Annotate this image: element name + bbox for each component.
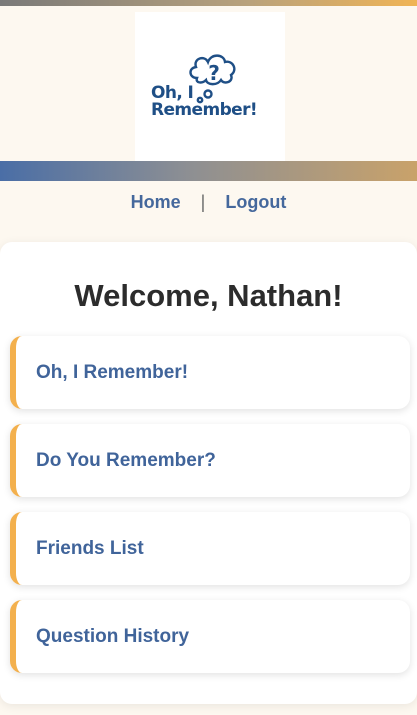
top-nav: Home | Logout xyxy=(0,181,417,223)
menu-item-label: Friends List xyxy=(36,537,144,559)
header: ? Oh, I Remember! xyxy=(0,6,417,161)
app-logo[interactable]: ? Oh, I Remember! xyxy=(135,12,285,161)
header-gradient-band xyxy=(0,161,417,181)
logo-line-2: Remember! xyxy=(151,100,258,120)
menu-item-label: Question History xyxy=(36,625,190,647)
menu-item-label: Oh, I Remember! xyxy=(36,361,189,383)
menu-item-question-history[interactable]: Question History xyxy=(10,600,410,673)
logo-wordmark: Oh, I Remember! xyxy=(151,85,281,119)
menu-item-friends-list[interactable]: Friends List xyxy=(10,512,410,585)
menu-item-label: Do You Remember? xyxy=(36,449,216,471)
svg-text:?: ? xyxy=(208,61,220,85)
page-title: Welcome, Nathan! xyxy=(74,278,343,313)
nav-logout-link[interactable]: Logout xyxy=(225,192,286,213)
menu-item-oh-i-remember[interactable]: Oh, I Remember! xyxy=(10,336,410,409)
main-card: Welcome, Nathan! Oh, I Remember! Do You … xyxy=(0,242,417,704)
nav-separator: | xyxy=(200,191,206,212)
nav-home-link[interactable]: Home xyxy=(131,192,181,213)
menu-item-do-you-remember[interactable]: Do You Remember? xyxy=(10,424,410,497)
